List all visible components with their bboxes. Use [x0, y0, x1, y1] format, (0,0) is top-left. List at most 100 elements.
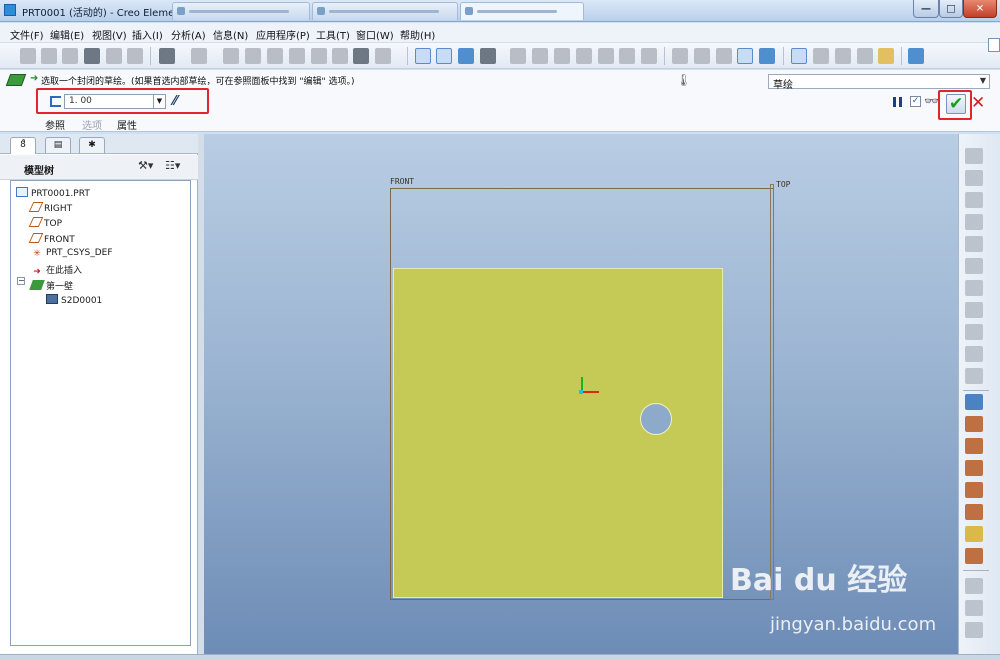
- maximize-button[interactable]: □: [939, 0, 963, 18]
- pause-icon[interactable]: [893, 97, 902, 107]
- flat-pattern-icon[interactable]: [965, 346, 983, 362]
- send-email-icon[interactable]: [106, 48, 122, 64]
- merge-wall-icon[interactable]: [965, 236, 983, 252]
- tab-folder-browser[interactable]: ▤: [45, 137, 71, 153]
- shading-icon[interactable]: [737, 48, 753, 64]
- preview-checkbox[interactable]: ✓: [910, 96, 921, 107]
- datum-axes-icon[interactable]: [813, 48, 829, 64]
- offset-tool-icon[interactable]: [965, 548, 983, 564]
- reorient-icon[interactable]: [576, 48, 592, 64]
- datum-plane-top[interactable]: [770, 184, 774, 600]
- cancel-button[interactable]: ✕: [971, 93, 985, 113]
- close-window-button[interactable]: ✕: [963, 0, 997, 18]
- datum-plane-tool-icon[interactable]: [965, 416, 983, 432]
- menu-window[interactable]: 窗口(W): [356, 27, 394, 42]
- enhanced-realism-icon[interactable]: [759, 48, 775, 64]
- bend-icon[interactable]: [965, 302, 983, 318]
- menu-tools[interactable]: 工具(T): [316, 27, 350, 42]
- tree-settings-icon[interactable]: ⚒▾: [138, 159, 153, 172]
- sketch-plate[interactable]: [393, 268, 723, 598]
- flat-wall-icon[interactable]: [965, 170, 983, 186]
- shaded-edges-icon[interactable]: [415, 48, 431, 64]
- datum-axis-tool-icon[interactable]: [965, 438, 983, 454]
- send-link-icon[interactable]: [127, 48, 143, 64]
- flange-wall-icon[interactable]: [965, 192, 983, 208]
- background-window-tab[interactable]: [172, 2, 310, 20]
- tree-item-sketch[interactable]: S2D0001: [46, 294, 102, 309]
- view-manager-icon[interactable]: [641, 48, 657, 64]
- open-file-icon[interactable]: [41, 48, 57, 64]
- sketch-hole[interactable]: [640, 403, 672, 435]
- menu-insert[interactable]: 插入(I): [132, 27, 163, 42]
- context-help-icon[interactable]: [908, 48, 924, 64]
- tree-item-first-wall[interactable]: 第一壁: [29, 279, 73, 294]
- tree-item-front[interactable]: FRONT: [28, 233, 75, 248]
- refit-icon[interactable]: [554, 48, 570, 64]
- find-icon[interactable]: [353, 48, 369, 64]
- menu-applications[interactable]: 应用程序(P): [256, 27, 310, 42]
- unattached-wall-icon[interactable]: [965, 148, 983, 164]
- flip-thickness-icon[interactable]: ⁄⁄: [173, 94, 177, 109]
- layers-icon[interactable]: [619, 48, 635, 64]
- regenerate-icon[interactable]: [311, 48, 327, 64]
- chevron-down-icon[interactable]: ▼: [153, 95, 165, 108]
- zoom-in-icon[interactable]: [510, 48, 526, 64]
- copy-icon[interactable]: [245, 48, 261, 64]
- new-file-icon[interactable]: [20, 48, 36, 64]
- rip-icon[interactable]: [965, 258, 983, 274]
- menu-edit[interactable]: 编辑(E): [50, 27, 84, 42]
- analysis-feature-icon[interactable]: [965, 526, 983, 542]
- regen-manager-icon[interactable]: [332, 48, 348, 64]
- thickness-input[interactable]: 1. 00 ▼: [64, 94, 166, 109]
- menu-help[interactable]: 帮助(H): [400, 27, 435, 42]
- csys-display-icon[interactable]: [857, 48, 873, 64]
- print-icon[interactable]: [84, 48, 100, 64]
- toolbar-overflow-icon[interactable]: [988, 38, 1000, 52]
- tree-columns-icon[interactable]: ☷▾: [165, 159, 180, 172]
- tab-model-tree[interactable]: 8̊: [10, 137, 36, 154]
- smart-filter-select[interactable]: 草绘 ▼: [768, 74, 990, 91]
- zoom-out-icon[interactable]: [532, 48, 548, 64]
- tree-item-part[interactable]: PRT0001.PRT: [16, 187, 90, 202]
- undo-icon[interactable]: [159, 48, 175, 64]
- no-hidden-icon[interactable]: [716, 48, 732, 64]
- datum-points-icon[interactable]: [835, 48, 851, 64]
- tree-item-right[interactable]: RIGHT: [28, 202, 72, 217]
- datum-planes-icon[interactable]: [791, 48, 807, 64]
- cut-icon[interactable]: [223, 48, 239, 64]
- background-window-tab[interactable]: [460, 2, 584, 20]
- extend-wall-icon[interactable]: [965, 214, 983, 230]
- tab-references[interactable]: 参照: [45, 117, 65, 132]
- tree-item-insert-here[interactable]: ➜ 在此插入: [31, 263, 82, 278]
- tab-properties[interactable]: 属性: [117, 117, 137, 132]
- redo-icon[interactable]: [191, 48, 207, 64]
- corner-relief-icon[interactable]: [965, 280, 983, 296]
- menu-info[interactable]: 信息(N): [213, 27, 248, 42]
- hidden-line-icon[interactable]: [694, 48, 710, 64]
- appearance-icon[interactable]: [480, 48, 496, 64]
- saved-views-icon[interactable]: [598, 48, 614, 64]
- annotation-display-icon[interactable]: [878, 48, 894, 64]
- tab-options[interactable]: 选项: [82, 117, 102, 132]
- paste-special-icon[interactable]: [289, 48, 305, 64]
- select-box-icon[interactable]: [375, 48, 391, 64]
- verify-glasses-icon[interactable]: 👓: [924, 94, 939, 108]
- wireframe-icon[interactable]: [672, 48, 688, 64]
- minimize-button[interactable]: —: [913, 0, 939, 18]
- sketch-tool-icon[interactable]: [965, 394, 983, 410]
- datum-curve-tool-icon[interactable]: [965, 460, 983, 476]
- menu-analysis[interactable]: 分析(A): [171, 27, 206, 42]
- tree-collapse-icon[interactable]: −: [17, 277, 25, 285]
- menu-view[interactable]: 视图(V): [92, 27, 127, 42]
- spin-center-icon[interactable]: [458, 48, 474, 64]
- unbend-icon[interactable]: [965, 324, 983, 340]
- form-icon[interactable]: [965, 368, 983, 384]
- copy-feature-icon[interactable]: [965, 578, 983, 594]
- tree-item-csys[interactable]: ✳ PRT_CSYS_DEF: [31, 248, 112, 263]
- paste-icon[interactable]: [267, 48, 283, 64]
- sketch-display-icon[interactable]: [436, 48, 452, 64]
- tab-favorites[interactable]: ✱: [79, 137, 105, 153]
- datum-point-tool-icon[interactable]: [965, 482, 983, 498]
- tree-item-top[interactable]: TOP: [28, 217, 62, 232]
- pattern-icon[interactable]: [965, 600, 983, 616]
